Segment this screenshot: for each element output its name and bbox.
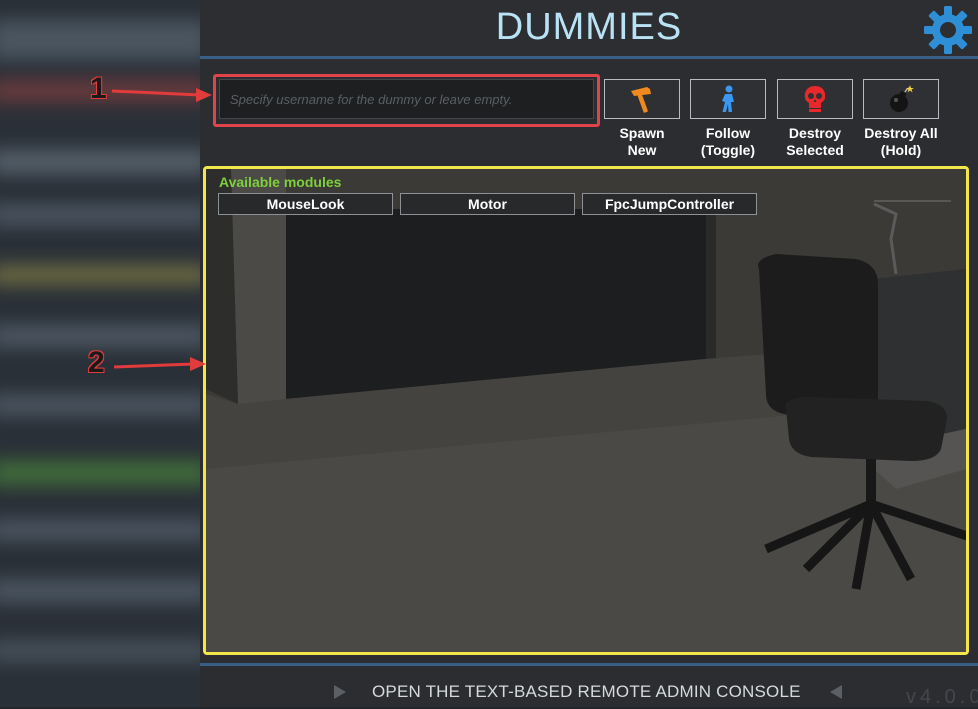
bomb-icon — [890, 85, 914, 112]
modules-title: Available modules — [219, 174, 342, 190]
module-mouselook-button[interactable]: MouseLook — [218, 193, 393, 215]
room-scene — [206, 169, 966, 652]
person-icon — [722, 85, 734, 112]
open-console-link[interactable]: OPEN THE TEXT-BASED REMOTE ADMIN CONSOLE — [372, 682, 801, 702]
header: DUMMIES — [200, 0, 978, 56]
header-divider — [200, 56, 978, 59]
triangle-left-icon — [830, 685, 842, 699]
follow-toggle-button[interactable]: Follow (Toggle) — [690, 79, 766, 159]
annotation-number-1: 1 — [90, 72, 107, 105]
spawn-new-button[interactable]: Spawn New — [604, 79, 680, 159]
version-label: v4.0.0 — [906, 686, 978, 708]
destroy-selected-button[interactable]: Destroy Selected — [777, 79, 853, 159]
annotation-arrow-2 — [113, 357, 206, 371]
destroy-all-label: Destroy All (Hold) — [864, 125, 938, 158]
module-fpcjumpcontroller-button[interactable]: FpcJumpController — [582, 193, 757, 215]
skull-icon — [804, 86, 826, 112]
module-motor-button[interactable]: Motor — [400, 193, 575, 215]
username-input[interactable] — [219, 79, 594, 119]
destroy-all-button[interactable]: Destroy All (Hold) — [863, 79, 939, 159]
page-title: DUMMIES — [495, 6, 683, 48]
dummies-panel: DUMMIES Specify username for the dummy o… — [200, 0, 978, 708]
follow-toggle-label: Follow (Toggle) — [700, 125, 756, 158]
triangle-right-icon — [334, 685, 346, 699]
annotation-number-2: 2 — [88, 346, 105, 379]
modules-panel: Available modules MouseLook Motor FpcJum… — [203, 166, 969, 655]
spawn-new-label: Spawn New — [619, 125, 665, 158]
gear-icon[interactable] — [922, 4, 974, 56]
annotation-arrow-1 — [111, 88, 212, 102]
destroy-selected-label: Destroy Selected — [786, 125, 844, 158]
hammer-icon — [631, 87, 651, 113]
